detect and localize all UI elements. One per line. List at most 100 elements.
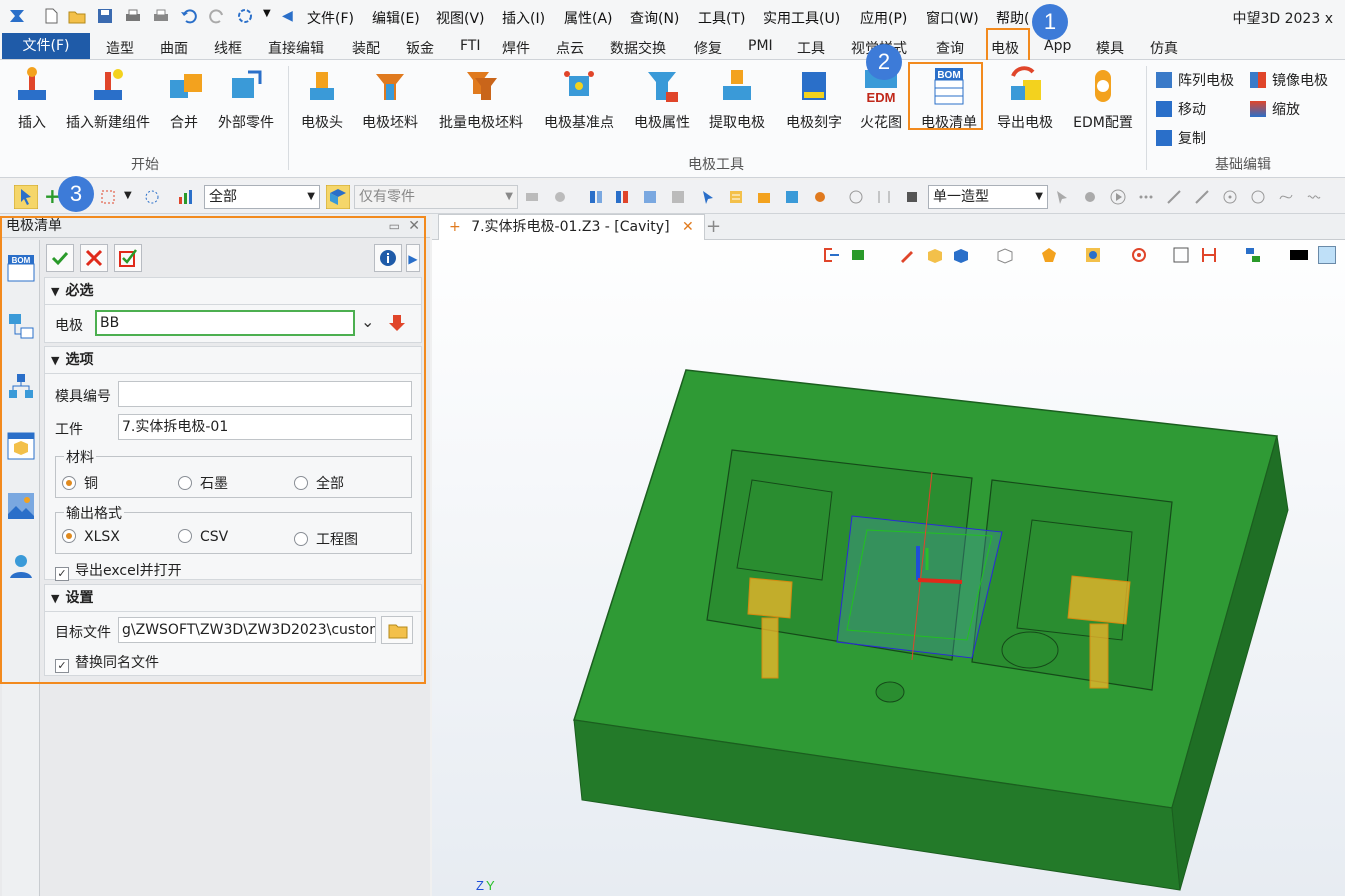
circle-center-icon[interactable] [1222,189,1238,205]
electrode-engrave-button[interactable]: 电极刻字 [785,66,843,132]
shape-mode-combo[interactable]: 单一造型 ▼ [928,185,1048,209]
tab-modeling[interactable]: 造型 [106,38,134,58]
tab-sheet-metal[interactable]: 钣金 [406,38,434,58]
menu-file[interactable]: 文件(F) [307,8,354,28]
tab-data-exchange[interactable]: 数据交换 [610,38,666,58]
external-part-button[interactable]: 外部零件 [214,66,278,132]
open-folder-icon[interactable] [68,7,86,25]
ribbon-separator [1146,66,1147,170]
toolbar-icon-b[interactable] [552,189,568,205]
batch-electrode-blank-button[interactable]: 批量电极坯料 [436,66,526,132]
step-badge-2: 2 [866,44,902,80]
circle-icon[interactable] [1250,189,1266,205]
tab-mold[interactable]: 模具 [1096,38,1124,58]
line-icon[interactable] [1166,189,1182,205]
tab-query[interactable]: 查询 [936,38,964,58]
box-select-dropdown-icon[interactable]: ▼ [124,190,140,206]
lasso-select-icon[interactable] [144,189,160,205]
edm-config-button[interactable]: EDM配置 [1072,66,1134,132]
pick-icon[interactable] [700,189,716,205]
electrode-head-button[interactable]: 电极头 [300,66,344,132]
filter-icon[interactable] [178,189,194,205]
tab-pmi[interactable]: PMI [748,38,773,54]
external-part-icon [232,70,262,98]
toolbar-icon-d[interactable] [614,189,630,205]
copy-button[interactable]: 复制 [1156,128,1206,148]
insert-new-component-button[interactable]: 插入新建组件 [64,66,152,132]
menu-utility[interactable]: 实用工具(U) [763,8,840,28]
menu-help[interactable]: 帮助( [996,8,1029,28]
tab-tools[interactable]: 工具 [797,38,825,58]
tab-point-cloud[interactable]: 点云 [556,38,584,58]
filter-combo[interactable]: 全部 ▼ [204,185,320,209]
settings-icon[interactable] [812,189,828,205]
electrode-datum-point-button[interactable]: 电极基准点 [542,66,616,132]
box-select-icon[interactable] [100,189,116,205]
electrode-engrave-icon [802,72,826,100]
menu-query[interactable]: 查询(N) [630,8,679,28]
toolbar-icon-e[interactable] [642,189,658,205]
menu-edit[interactable]: 编辑(E) [372,8,420,28]
select-pointer-icon[interactable] [14,185,38,209]
curve-icon[interactable] [1278,189,1294,205]
menu-attribute[interactable]: 属性(A) [564,8,613,28]
play-icon[interactable] [1110,189,1126,205]
tab-app[interactable]: App [1044,38,1071,54]
electrode-blank-button[interactable]: 电极坯料 [361,66,419,132]
menu-window[interactable]: 窗口(W) [926,8,979,28]
layer-icon[interactable] [756,189,772,205]
parts-filter-icon[interactable] [326,185,350,209]
line-2-icon[interactable] [1194,189,1210,205]
menu-arrow-icon[interactable]: ◀ [282,8,293,24]
new-file-icon[interactable] [42,7,60,25]
tab-direct-edit[interactable]: 直接编辑 [268,38,324,58]
tab-repair[interactable]: 修复 [694,38,722,58]
print-icon[interactable] [124,7,142,25]
tab-wireframe[interactable]: 线框 [214,38,242,58]
electrode-property-button[interactable]: 电极属性 [633,66,691,132]
tab-file[interactable]: 文件(F) [2,33,90,59]
list-icon[interactable] [728,189,744,205]
cursor-icon[interactable] [1054,189,1070,205]
menu-apply[interactable]: 应用(P) [860,8,907,28]
menu-tools[interactable]: 工具(T) [698,8,745,28]
quick-access-dropdown-icon[interactable]: ▼ [263,8,271,19]
array-electrode-button[interactable]: 阵列电极 [1156,70,1234,90]
document-tab[interactable]: + 7.实体拆电极-01.Z3 - [Cavity] ✕ [438,214,705,240]
extract-electrode-button[interactable]: 提取电极 [708,66,766,132]
toolbar-icon-f[interactable] [670,189,686,205]
close-tab-icon[interactable]: ✕ [682,219,694,235]
print-preview-icon[interactable] [152,7,170,25]
mirror-electrode-button[interactable]: 镜像电极 [1250,70,1328,90]
step-badge-1: 1 [1032,4,1068,40]
toolbar-icon-a[interactable] [524,189,540,205]
tab-surface[interactable]: 曲面 [160,38,188,58]
dots-icon[interactable] [1138,189,1154,205]
toolbar-icon-c[interactable] [588,189,604,205]
refresh-icon[interactable] [236,7,254,25]
tab-simulation[interactable]: 仿真 [1150,38,1178,58]
tab-assembly[interactable]: 装配 [352,38,380,58]
snap-icon[interactable] [848,189,864,205]
gear-icon[interactable] [1082,189,1098,205]
tab-fti[interactable]: FTI [460,38,481,54]
menu-insert[interactable]: 插入(I) [502,8,545,28]
move-button[interactable]: 移动 [1156,99,1206,119]
save-icon[interactable] [96,7,114,25]
scale-button[interactable]: 缩放 [1250,99,1300,119]
export-electrode-button[interactable]: 导出电极 [996,66,1054,132]
graphics-viewport[interactable]: + 7.实体拆电极-01.Z3 - [Cavity] ✕ + Z Y [432,214,1345,896]
parts-only-combo[interactable]: 仅有零件 ▼ [354,185,518,209]
wave-icon[interactable] [1306,189,1322,205]
tab-weldment[interactable]: 焊件 [502,38,530,58]
part-icon[interactable] [784,189,800,205]
insert-button[interactable]: 插入 [12,66,52,132]
menu-view[interactable]: 视图(V) [436,8,485,28]
merge-button[interactable]: 合并 [166,66,202,132]
undo-icon[interactable] [180,7,198,25]
redo-icon[interactable] [208,7,226,25]
stop-icon[interactable] [904,189,920,205]
anchor-icon[interactable] [876,189,892,205]
new-tab-icon[interactable]: + [706,216,721,237]
filter-combo-arrow-icon: ▼ [307,191,315,202]
